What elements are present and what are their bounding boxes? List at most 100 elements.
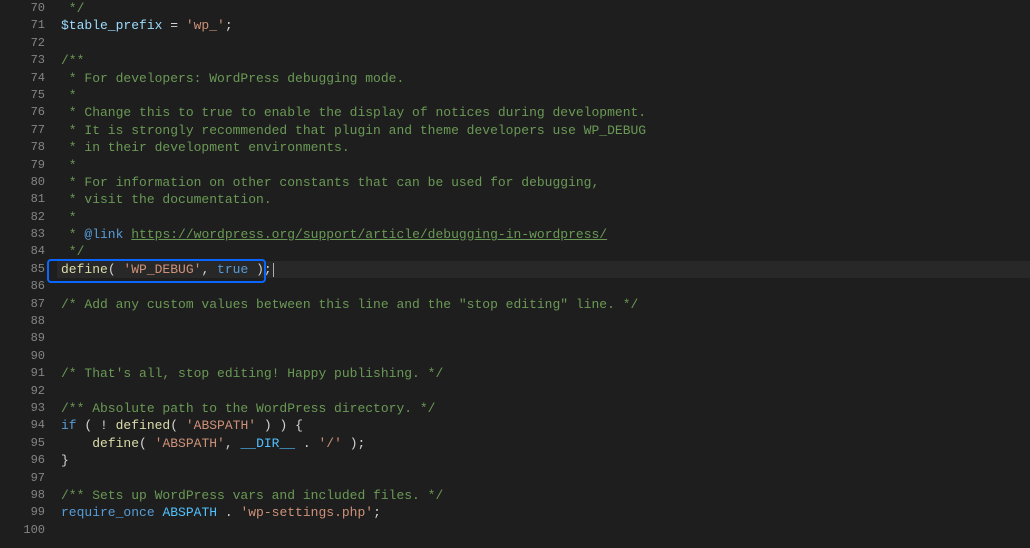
code-line[interactable]: require_once ABSPATH . 'wp-settings.php'… bbox=[57, 504, 1030, 521]
code-line[interactable]: } bbox=[57, 452, 1030, 469]
line-number: 97 bbox=[0, 470, 45, 487]
code-token: true bbox=[217, 262, 248, 277]
code-line[interactable]: define( 'ABSPATH', __DIR__ . '/' ); bbox=[57, 435, 1030, 452]
code-editor[interactable]: 7071727374757677787980818283848586878889… bbox=[0, 0, 1030, 548]
code-token: ( ! bbox=[77, 418, 116, 433]
code-line[interactable]: define( 'WP_DEBUG', true ); bbox=[57, 261, 1030, 278]
code-line[interactable]: /** Sets up WordPress vars and included … bbox=[57, 487, 1030, 504]
code-token: ) ) { bbox=[256, 418, 303, 433]
line-number: 75 bbox=[0, 87, 45, 104]
code-token: 'wp_' bbox=[186, 18, 225, 33]
code-line[interactable]: * visit the documentation. bbox=[57, 191, 1030, 208]
code-token: . bbox=[217, 505, 240, 520]
line-number: 79 bbox=[0, 157, 45, 174]
code-token: * It is strongly recommended that plugin… bbox=[61, 123, 646, 138]
code-token: __DIR__ bbox=[240, 436, 295, 451]
code-line[interactable] bbox=[57, 35, 1030, 52]
code-token: 'WP_DEBUG' bbox=[123, 262, 201, 277]
code-line[interactable]: * bbox=[57, 209, 1030, 226]
line-number: 93 bbox=[0, 400, 45, 417]
code-line[interactable] bbox=[57, 278, 1030, 295]
code-token: @link bbox=[84, 227, 123, 242]
code-token: ABSPATH bbox=[162, 505, 217, 520]
code-line[interactable] bbox=[57, 348, 1030, 365]
code-token: . bbox=[295, 436, 318, 451]
code-token: /** bbox=[61, 53, 84, 68]
code-token: * bbox=[61, 88, 77, 103]
code-token: 'wp-settings.php' bbox=[240, 505, 373, 520]
code-token: */ bbox=[61, 244, 84, 259]
code-line[interactable] bbox=[57, 470, 1030, 487]
code-token: * For information on other constants tha… bbox=[61, 175, 599, 190]
code-token: * For developers: WordPress debugging mo… bbox=[61, 71, 404, 86]
line-number: 94 bbox=[0, 417, 45, 434]
code-line[interactable] bbox=[57, 383, 1030, 400]
code-token: 'ABSPATH' bbox=[186, 418, 256, 433]
line-number: 89 bbox=[0, 330, 45, 347]
line-number: 87 bbox=[0, 296, 45, 313]
code-token: * in their development environments. bbox=[61, 140, 350, 155]
line-number: 73 bbox=[0, 52, 45, 69]
code-token: ); bbox=[248, 262, 271, 277]
line-number: 91 bbox=[0, 365, 45, 382]
code-token: define bbox=[61, 262, 108, 277]
code-token: require_once bbox=[61, 505, 155, 520]
line-number: 74 bbox=[0, 70, 45, 87]
code-token: * Change this to true to enable the disp… bbox=[61, 105, 646, 120]
code-line[interactable]: */ bbox=[57, 0, 1030, 17]
code-line[interactable]: /** bbox=[57, 52, 1030, 69]
line-number: 92 bbox=[0, 383, 45, 400]
line-number: 96 bbox=[0, 452, 45, 469]
line-number: 78 bbox=[0, 139, 45, 156]
code-line[interactable]: */ bbox=[57, 243, 1030, 260]
code-token: /** Sets up WordPress vars and included … bbox=[61, 488, 443, 503]
code-line[interactable]: /* Add any custom values between this li… bbox=[57, 296, 1030, 313]
code-token: https://wordpress.org/support/article/de… bbox=[131, 227, 607, 242]
code-token: ( bbox=[139, 436, 155, 451]
code-area[interactable]: */$table_prefix = 'wp_';/** * For develo… bbox=[57, 0, 1030, 548]
code-line[interactable]: $table_prefix = 'wp_'; bbox=[57, 17, 1030, 34]
line-number: 84 bbox=[0, 243, 45, 260]
code-token: * bbox=[61, 227, 84, 242]
code-line[interactable]: * @link https://wordpress.org/support/ar… bbox=[57, 226, 1030, 243]
code-token: /** Absolute path to the WordPress direc… bbox=[61, 401, 435, 416]
code-line[interactable]: * Change this to true to enable the disp… bbox=[57, 104, 1030, 121]
text-cursor bbox=[273, 263, 274, 277]
code-line[interactable]: * It is strongly recommended that plugin… bbox=[57, 122, 1030, 139]
code-line[interactable] bbox=[57, 330, 1030, 347]
code-line[interactable]: * For developers: WordPress debugging mo… bbox=[57, 70, 1030, 87]
code-line[interactable]: if ( ! defined( 'ABSPATH' ) ) { bbox=[57, 417, 1030, 434]
line-number: 90 bbox=[0, 348, 45, 365]
code-token: = bbox=[162, 18, 185, 33]
code-line[interactable]: * For information on other constants tha… bbox=[57, 174, 1030, 191]
line-number: 71 bbox=[0, 17, 45, 34]
line-number: 85 bbox=[0, 261, 45, 278]
code-line[interactable]: * bbox=[57, 157, 1030, 174]
line-number-gutter: 7071727374757677787980818283848586878889… bbox=[0, 0, 57, 548]
code-token: defined bbox=[116, 418, 171, 433]
code-line[interactable]: /** Absolute path to the WordPress direc… bbox=[57, 400, 1030, 417]
code-token: define bbox=[92, 436, 139, 451]
line-number: 95 bbox=[0, 435, 45, 452]
line-number: 76 bbox=[0, 104, 45, 121]
code-token: $table_prefix bbox=[61, 18, 162, 33]
line-number: 99 bbox=[0, 504, 45, 521]
code-token: * bbox=[61, 210, 77, 225]
code-token: ( bbox=[108, 262, 124, 277]
line-number: 77 bbox=[0, 122, 45, 139]
code-token: } bbox=[61, 453, 69, 468]
code-token: , bbox=[225, 436, 241, 451]
code-token: 'ABSPATH' bbox=[155, 436, 225, 451]
code-line[interactable]: /* That's all, stop editing! Happy publi… bbox=[57, 365, 1030, 382]
code-line[interactable] bbox=[57, 313, 1030, 330]
line-number: 98 bbox=[0, 487, 45, 504]
code-line[interactable] bbox=[57, 522, 1030, 539]
line-number: 88 bbox=[0, 313, 45, 330]
line-number: 83 bbox=[0, 226, 45, 243]
code-line[interactable]: * bbox=[57, 87, 1030, 104]
code-line[interactable]: * in their development environments. bbox=[57, 139, 1030, 156]
code-token: , bbox=[201, 262, 217, 277]
line-number: 81 bbox=[0, 191, 45, 208]
code-token: * bbox=[61, 158, 77, 173]
line-number: 80 bbox=[0, 174, 45, 191]
